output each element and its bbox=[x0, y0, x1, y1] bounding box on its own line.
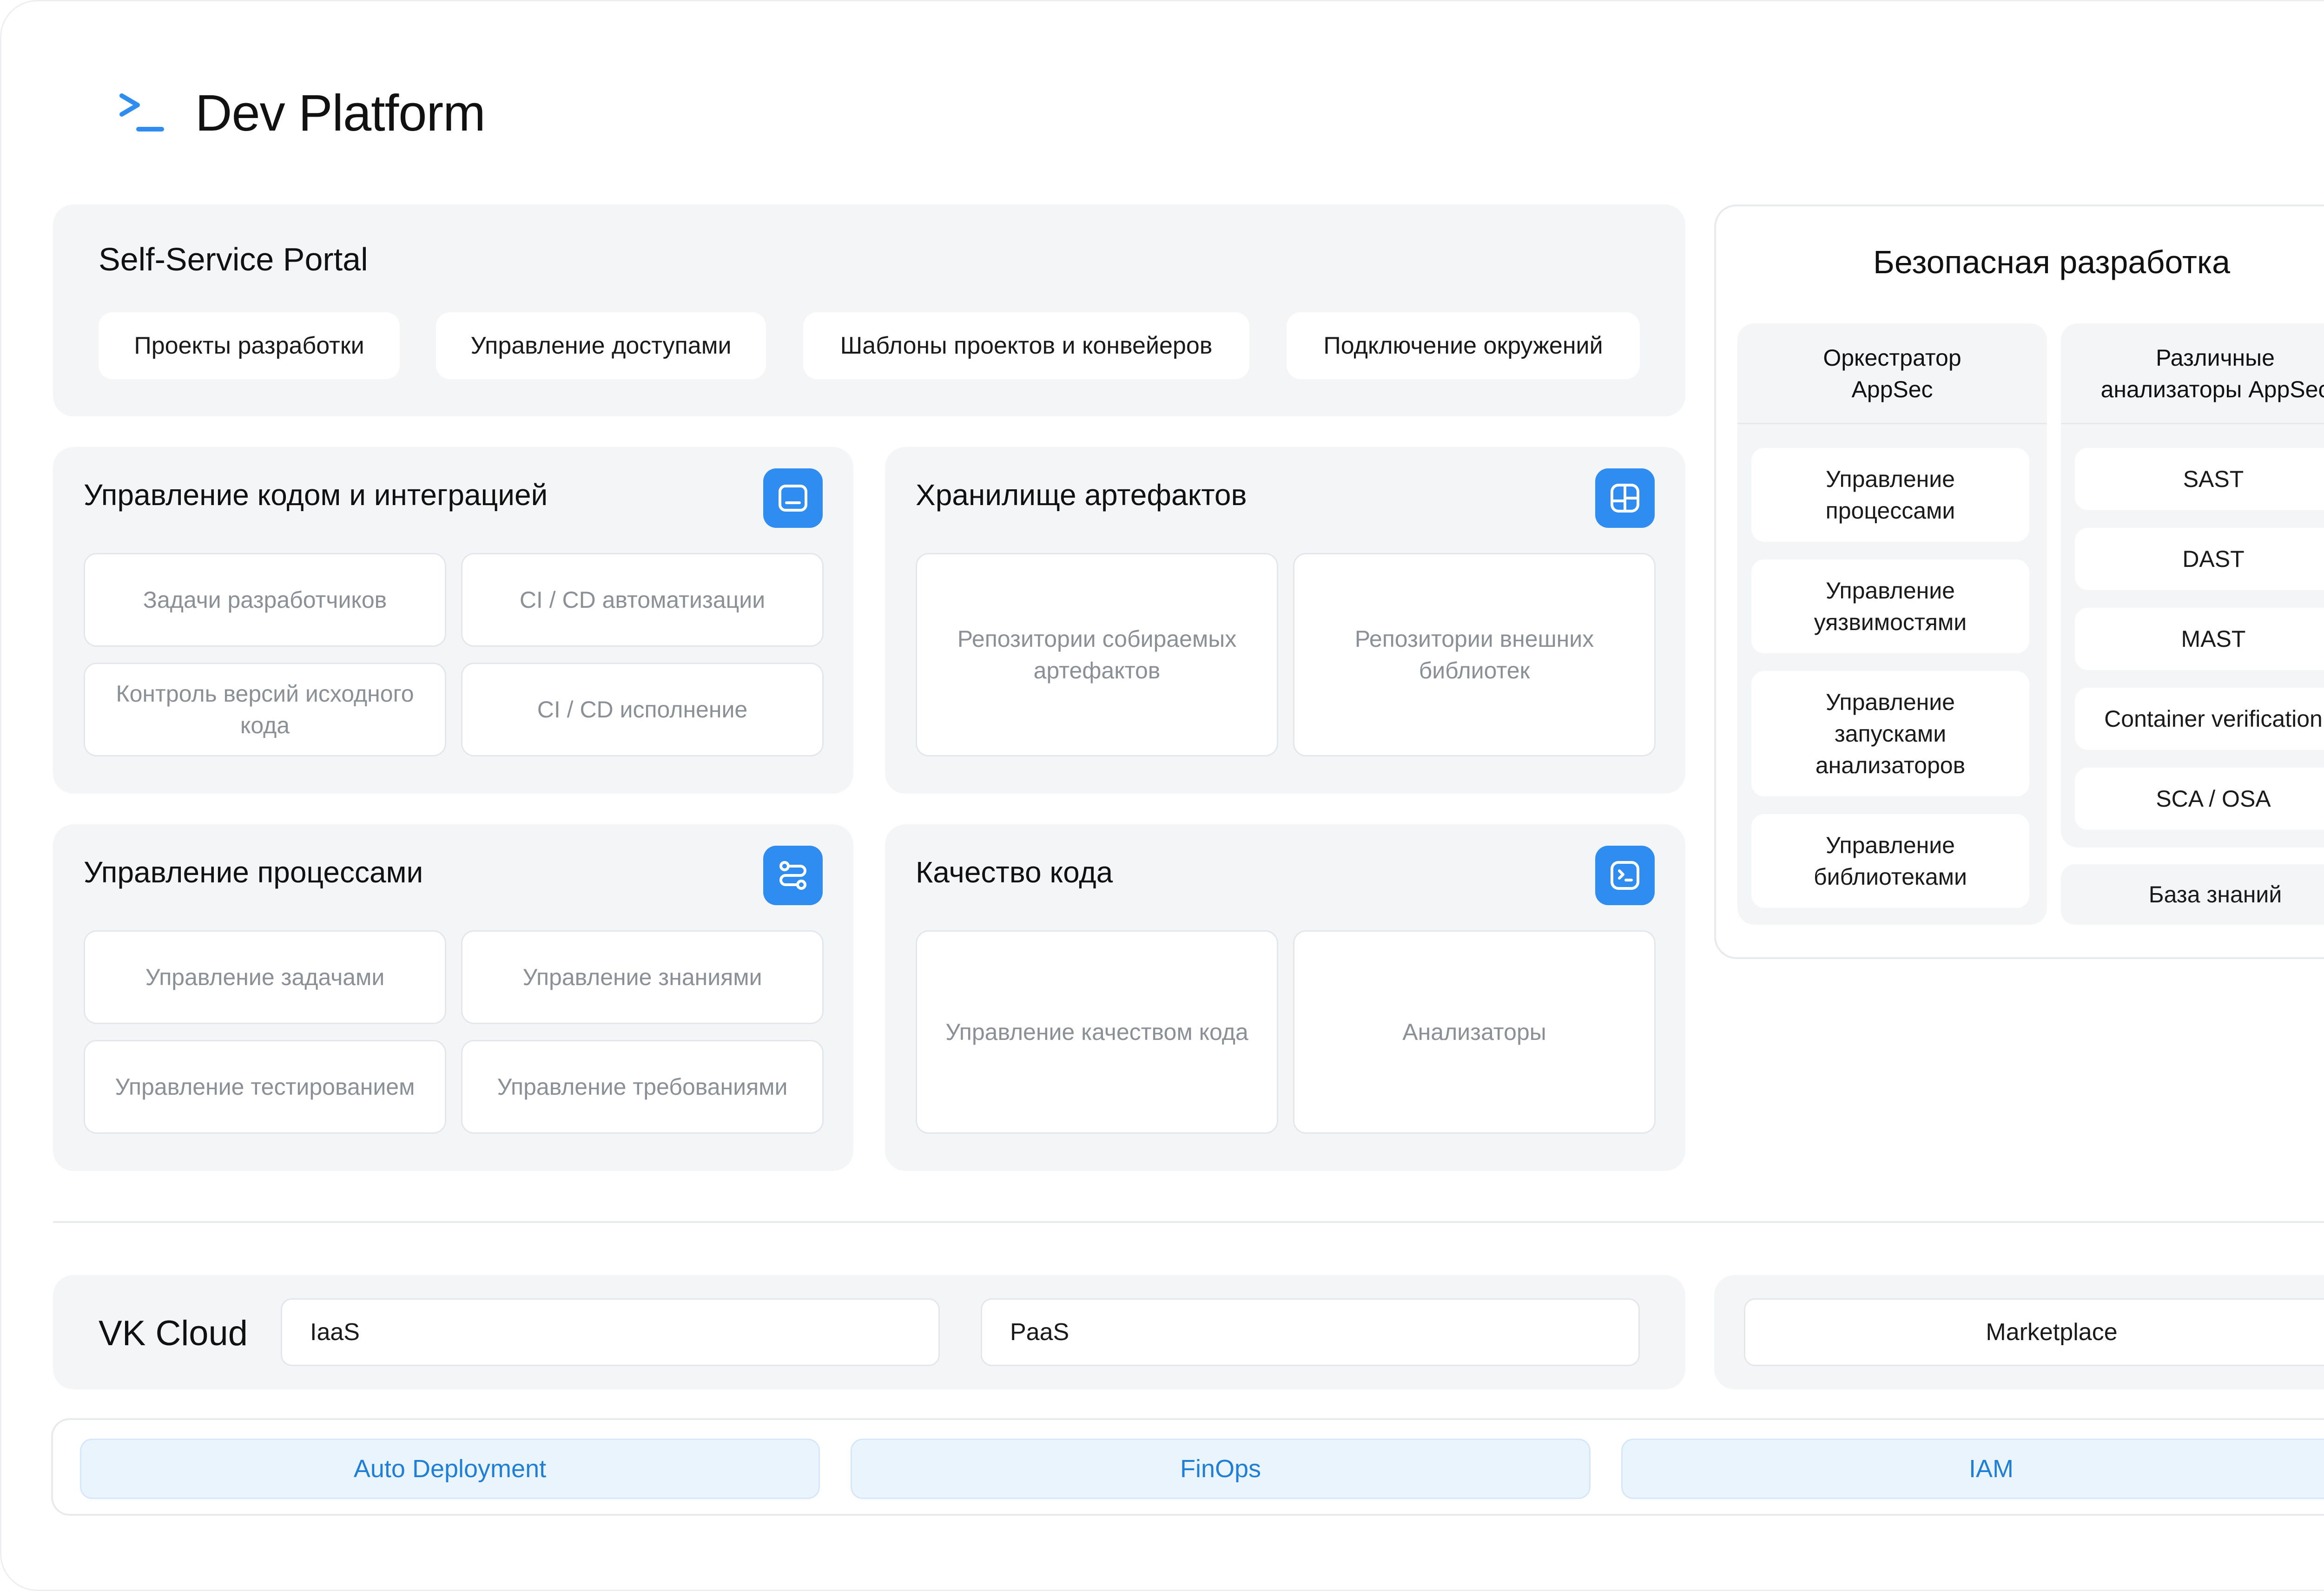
code-management-panel: Управление кодом и интеграцией Задачи ра… bbox=[53, 447, 853, 794]
orchestrator-item-libraries[interactable]: Управление библиотеками bbox=[1751, 814, 2029, 908]
auto-deployment-chip[interactable]: Auto Deployment bbox=[80, 1439, 820, 1499]
window-icon[interactable] bbox=[763, 468, 823, 528]
finops-chip[interactable]: FinOps bbox=[851, 1439, 1591, 1499]
chip-templates[interactable]: Шаблоны проектов и конвейеров bbox=[803, 312, 1249, 379]
layout-grid-icon[interactable] bbox=[1595, 468, 1655, 528]
card-dev-tasks[interactable]: Задачи разработчиков bbox=[84, 553, 446, 647]
card-cicd-execution[interactable]: CI / CD исполнение bbox=[461, 663, 824, 756]
process-management-title: Управление процессами bbox=[84, 855, 423, 889]
card-task-mgmt[interactable]: Управление задачами bbox=[84, 930, 446, 1024]
section-divider bbox=[53, 1221, 2324, 1223]
page-title: Dev Platform bbox=[195, 85, 486, 142]
card-build-artifacts[interactable]: Репозитории собираемых артефактов bbox=[916, 553, 1278, 756]
terminal-logo-icon bbox=[112, 85, 167, 141]
chip-access-mgmt[interactable]: Управление доступами bbox=[436, 312, 766, 379]
marketplace-field[interactable]: Marketplace bbox=[1744, 1298, 2324, 1366]
secure-development-panel: Безопасная разработка Оркестратор AppSec… bbox=[1714, 204, 2324, 959]
card-quality-mgmt[interactable]: Управление качеством кода bbox=[916, 930, 1278, 1134]
vk-cloud-panel: VK Cloud IaaS PaaS bbox=[53, 1275, 1685, 1389]
appsec-analyzers-column: Различные анализаторы AppSec SAST DAST M… bbox=[2061, 323, 2324, 848]
chip-dev-projects[interactable]: Проекты разработки bbox=[99, 312, 400, 379]
workflow-icon[interactable] bbox=[763, 846, 823, 905]
analyzer-sca-osa[interactable]: SCA / OSA bbox=[2075, 768, 2324, 830]
card-knowledge-mgmt[interactable]: Управление знаниями bbox=[461, 930, 824, 1024]
analyzer-dast[interactable]: DAST bbox=[2075, 528, 2324, 590]
appsec-orchestrator-title: Оркестратор AppSec bbox=[1823, 345, 1961, 402]
platform-services-bar: Auto Deployment FinOps IAM bbox=[51, 1418, 2324, 1516]
knowledge-base[interactable]: База знаний bbox=[2061, 864, 2324, 925]
terminal-icon[interactable] bbox=[1595, 846, 1655, 905]
analyzer-container-verification[interactable]: Container verification bbox=[2075, 688, 2324, 750]
analyzer-mast[interactable]: MAST bbox=[2075, 608, 2324, 670]
paas-field[interactable]: PaaS bbox=[981, 1298, 1640, 1366]
artifact-storage-panel: Хранилище артефактов Репозитории собирае… bbox=[885, 447, 1685, 794]
marketplace-panel: Marketplace bbox=[1714, 1275, 2324, 1389]
orchestrator-item-analyzer-runs[interactable]: Управление запусками анализаторов bbox=[1751, 671, 2029, 796]
code-quality-panel: Качество кода Управление качеством кода … bbox=[885, 824, 1685, 1171]
process-management-panel: Управление процессами Управление задачам… bbox=[53, 824, 853, 1171]
iaas-field[interactable]: IaaS bbox=[281, 1298, 940, 1366]
column-divider bbox=[1737, 423, 2047, 424]
card-analyzers[interactable]: Анализаторы bbox=[1293, 930, 1656, 1134]
iam-chip[interactable]: IAM bbox=[1621, 1439, 2324, 1499]
artifact-storage-title: Хранилище артефактов bbox=[916, 478, 1247, 512]
self-service-title: Self-Service Portal bbox=[99, 241, 368, 277]
header: Dev Platform bbox=[112, 84, 486, 143]
card-requirements-mgmt[interactable]: Управление требованиями bbox=[461, 1040, 824, 1134]
card-external-libraries[interactable]: Репозитории внешних библиотек bbox=[1293, 553, 1656, 756]
orchestrator-item-processes[interactable]: Управление процессами bbox=[1751, 448, 2029, 542]
code-management-title: Управление кодом и интеграцией bbox=[84, 478, 548, 512]
appsec-analyzers-title: Различные анализаторы AppSec bbox=[2100, 345, 2324, 402]
vk-cloud-title: VK Cloud bbox=[99, 1314, 248, 1353]
analyzer-sast[interactable]: SAST bbox=[2075, 448, 2324, 510]
chip-environments[interactable]: Подключение окружений bbox=[1287, 312, 1640, 379]
column-divider bbox=[2061, 423, 2324, 424]
appsec-orchestrator-column: Оркестратор AppSec Управление процессами… bbox=[1737, 323, 2047, 925]
code-quality-title: Качество кода bbox=[916, 855, 1113, 889]
card-cicd-automation[interactable]: CI / CD автоматизации bbox=[461, 553, 824, 647]
self-service-panel: Self-Service Portal Проекты разработки У… bbox=[53, 204, 1685, 416]
card-version-control[interactable]: Контроль версий исходного кода bbox=[84, 663, 446, 756]
card-testing-mgmt[interactable]: Управление тестированием bbox=[84, 1040, 446, 1134]
secure-development-title: Безопасная разработка bbox=[1873, 244, 2231, 280]
orchestrator-item-vulnerabilities[interactable]: Управление уязвимостями bbox=[1751, 559, 2029, 653]
